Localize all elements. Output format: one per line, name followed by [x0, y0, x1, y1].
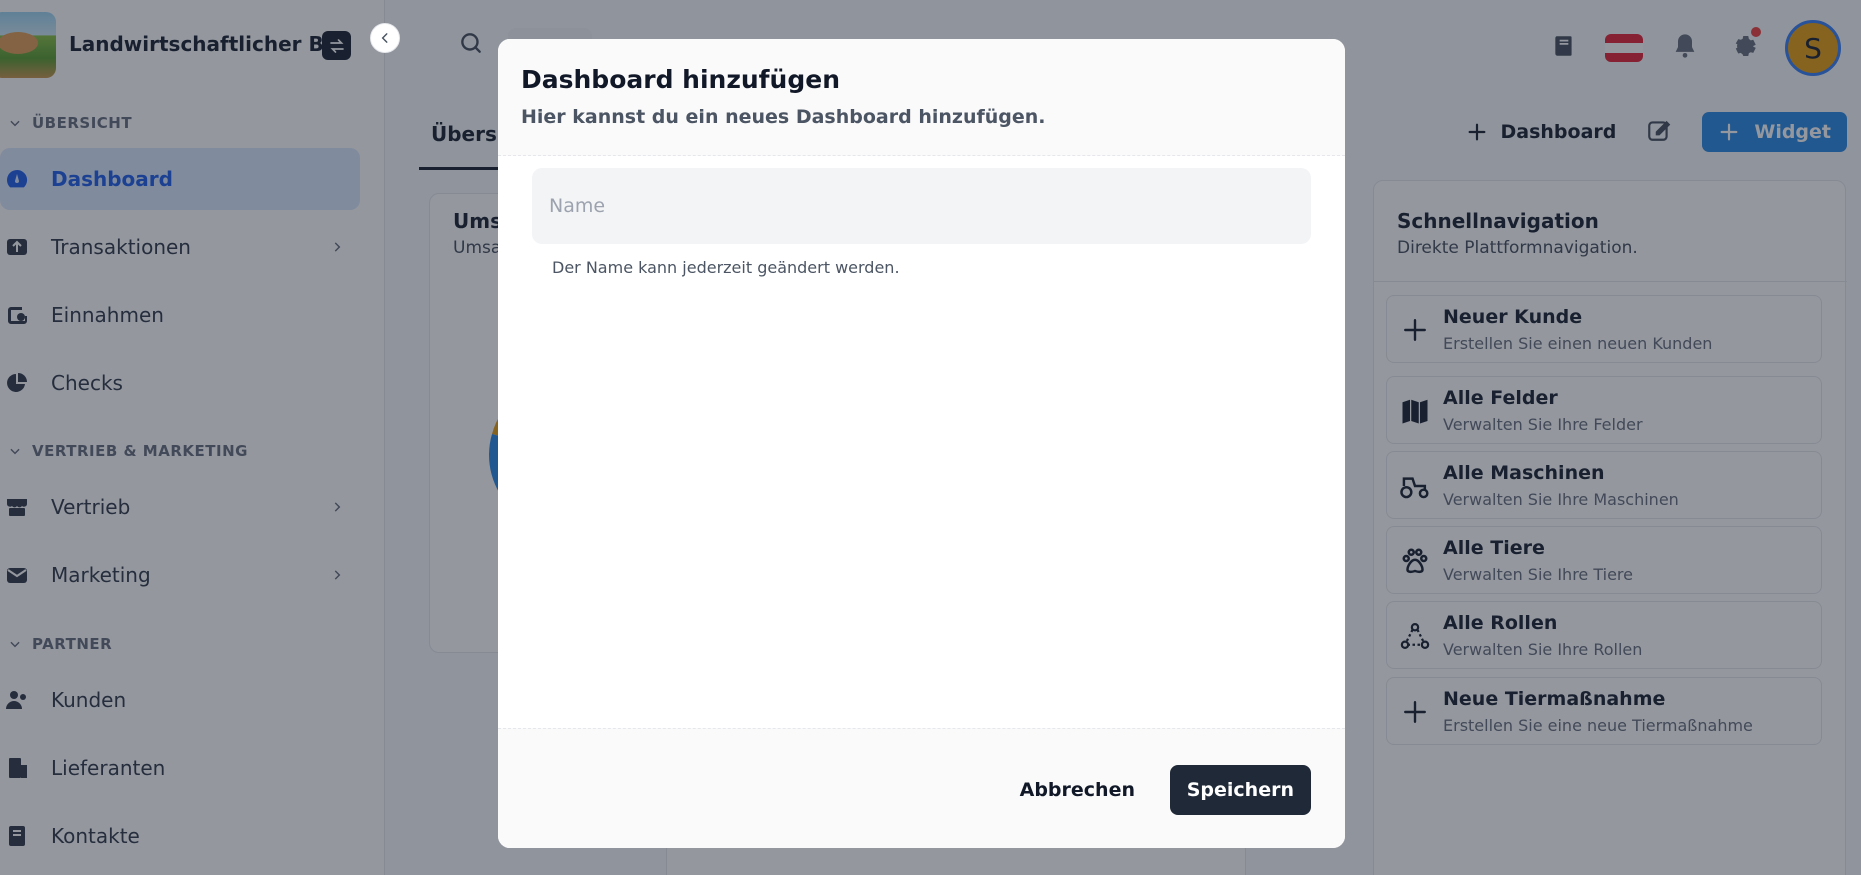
- add-dashboard-dialog: Dashboard hinzufügen Hier kannst du ein …: [498, 39, 1345, 848]
- cancel-button[interactable]: Abbrechen: [1006, 765, 1149, 815]
- dialog-title: Dashboard hinzufügen: [521, 65, 841, 94]
- dialog-description: Hier kannst du ein neues Dashboard hinzu…: [521, 106, 1046, 128]
- name-hint: Der Name kann jederzeit geändert werden.: [552, 258, 900, 277]
- name-field[interactable]: [532, 168, 1311, 244]
- dialog-header: Dashboard hinzufügen Hier kannst du ein …: [498, 39, 1345, 156]
- dialog-footer: Abbrechen Speichern: [498, 728, 1345, 848]
- save-button[interactable]: Speichern: [1169, 765, 1311, 815]
- chevron-left-icon[interactable]: [370, 23, 400, 53]
